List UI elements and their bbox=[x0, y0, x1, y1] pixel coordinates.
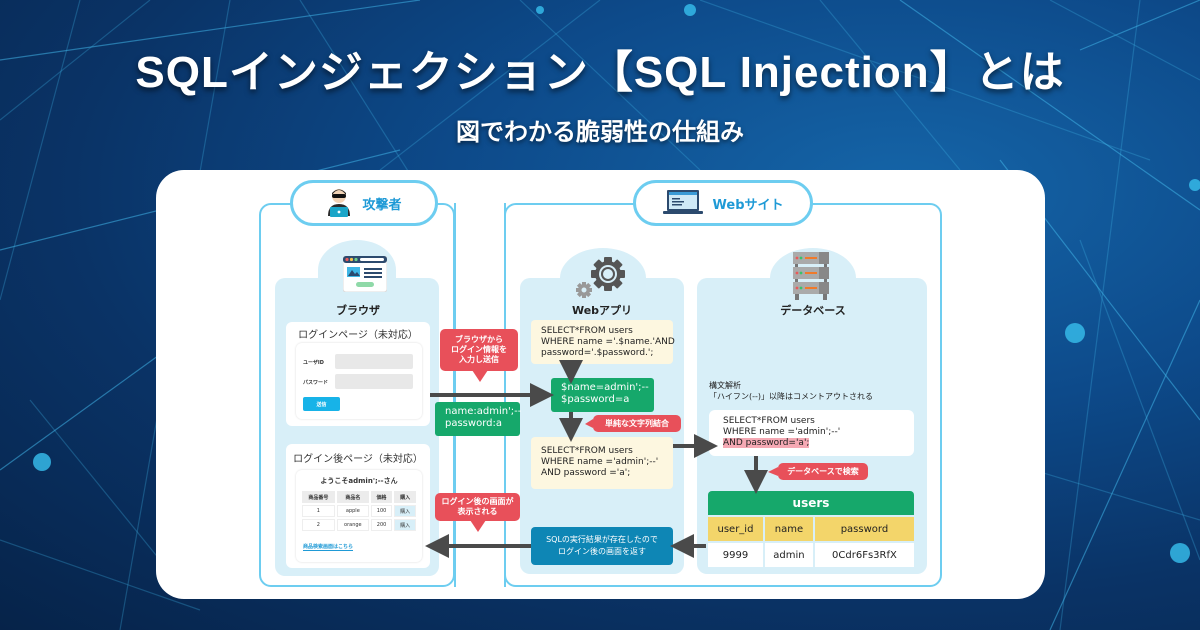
variable-password: $password=a bbox=[561, 394, 630, 405]
browser-label: ブラウザ bbox=[336, 304, 380, 317]
variable-name: $name=admin';-- bbox=[561, 382, 649, 393]
cell: admin bbox=[764, 543, 813, 567]
parse-note: 構文解析 「ハイフン(--)」以降はコメントアウトされる bbox=[709, 380, 873, 402]
result-line: SQLの実行結果が存在したので bbox=[546, 535, 658, 544]
search-note: データベースで検索 bbox=[778, 463, 868, 480]
buy-button[interactable]: 購入 bbox=[394, 519, 416, 531]
webapp-label: Webアプリ bbox=[571, 304, 633, 317]
column-header: 価格 bbox=[370, 491, 393, 503]
table-name: users bbox=[708, 491, 914, 515]
result-note: SQLの実行結果が存在したので ログイン後の画面を返す bbox=[531, 527, 673, 565]
input-values-box: name:admin';-- password:a bbox=[435, 402, 522, 436]
laptop-icon bbox=[662, 190, 703, 214]
user-id-input[interactable] bbox=[335, 354, 413, 369]
query-template: SELECT*FROM users WHERE name ='.$name.'A… bbox=[531, 320, 675, 364]
code-line: SELECT*FROM users bbox=[541, 446, 633, 456]
network-line bbox=[1079, 239, 1200, 561]
website-label: Webサイト bbox=[712, 197, 784, 213]
column-header: user_id bbox=[708, 517, 763, 541]
code-line: AND password ='a'; bbox=[541, 468, 631, 478]
parsed-query: SELECT*FROM users WHERE name ='admin';--… bbox=[709, 410, 914, 456]
column-header: 購入 bbox=[394, 491, 416, 503]
network-line bbox=[29, 399, 161, 561]
lane-line-left bbox=[454, 203, 456, 587]
welcome-text: ようこそadmin';--さん bbox=[320, 477, 398, 485]
commented-out-code: AND password='a'; bbox=[723, 438, 810, 448]
note-line: 表示される bbox=[457, 507, 498, 516]
note-line: 入力し送信 bbox=[459, 355, 499, 364]
cell: 0Cdr6Fs3RfX bbox=[814, 543, 914, 567]
table-row: 1 apple 100 購入 bbox=[302, 505, 416, 517]
cell: 200 bbox=[370, 519, 393, 531]
input-name-value: name:admin';-- bbox=[445, 406, 522, 417]
network-node bbox=[33, 453, 51, 471]
attacker-label: 攻撃者 bbox=[362, 197, 402, 213]
password-input[interactable] bbox=[335, 374, 413, 389]
parse-title: 構文解析 bbox=[709, 381, 741, 390]
network-node bbox=[1065, 323, 1085, 343]
code-line: password='.$password.'; bbox=[541, 348, 654, 358]
products-table: 商品番号 商品名 価格 購入 1 apple 100 購入 2 orange 2… bbox=[300, 489, 418, 533]
cell: orange bbox=[336, 519, 369, 531]
table-row: 9999 admin 0Cdr6Fs3RfX bbox=[708, 543, 914, 567]
cell: 1 bbox=[302, 505, 335, 517]
note-line: ブラウザから bbox=[455, 335, 503, 344]
table-row: 2 orange 200 購入 bbox=[302, 519, 416, 531]
cell: 2 bbox=[302, 519, 335, 531]
database-label: データベース bbox=[780, 304, 846, 317]
hacker-icon bbox=[328, 189, 351, 217]
password-label: パスワード bbox=[303, 380, 329, 386]
column-header: password bbox=[814, 517, 914, 541]
users-table: users user_id name password 9999 admin 0… bbox=[706, 489, 916, 569]
code-line: WHERE name ='admin';--' bbox=[723, 427, 841, 437]
gears-icon bbox=[576, 257, 625, 298]
user-id-label: ユーザID bbox=[303, 360, 324, 366]
concat-note: 単純な文字列結合 bbox=[593, 415, 681, 432]
login-page-heading: ログインページ（未対応） bbox=[298, 330, 418, 341]
buy-button[interactable]: 購入 bbox=[394, 505, 416, 517]
column-header: name bbox=[764, 517, 813, 541]
cell: apple bbox=[336, 505, 369, 517]
server-rack-icon bbox=[793, 252, 829, 300]
website-pill: Webサイト bbox=[633, 180, 813, 226]
code-line: SELECT*FROM users bbox=[723, 416, 815, 426]
page-title: SQLインジェクション【SQL Injection】とは bbox=[135, 48, 1065, 97]
network-node bbox=[536, 6, 544, 14]
after-login-heading: ログイン後ページ（未対応） bbox=[293, 454, 423, 465]
network-node bbox=[684, 4, 696, 16]
cell: 100 bbox=[370, 505, 393, 517]
input-password-value: password:a bbox=[445, 418, 502, 429]
network-node bbox=[1170, 543, 1190, 563]
network-node bbox=[1189, 179, 1200, 191]
page-subtitle: 図でわかる脆弱性の仕組み bbox=[456, 118, 744, 146]
submit-button[interactable]: 送信 bbox=[303, 397, 340, 411]
cell: 9999 bbox=[708, 543, 763, 567]
browser-window-icon bbox=[343, 256, 387, 292]
attacker-pill: 攻撃者 bbox=[290, 180, 438, 226]
code-line: SELECT*FROM users bbox=[541, 326, 633, 336]
code-line: WHERE name ='admin';--' bbox=[541, 457, 659, 467]
network-line bbox=[1049, 299, 1200, 630]
network-line bbox=[0, 339, 181, 471]
result-line: ログイン後の画面を返す bbox=[558, 547, 646, 556]
note-line: ログイン後の画面が bbox=[441, 497, 514, 506]
column-header: 商品番号 bbox=[302, 491, 335, 503]
parse-description: 「ハイフン(--)」以降はコメントアウトされる bbox=[709, 392, 874, 401]
note-line: ログイン情報を bbox=[451, 345, 507, 354]
display-note: ログイン後の画面が 表示される bbox=[435, 493, 520, 521]
code-line: WHERE name ='.$name.'AND bbox=[541, 337, 675, 347]
search-link[interactable]: 商品検索画面はこちら bbox=[303, 543, 354, 551]
send-note: ブラウザから ログイン情報を 入力し送信 bbox=[440, 329, 518, 371]
column-header: 商品名 bbox=[336, 491, 369, 503]
variables-box: $name=admin';-- $password=a bbox=[551, 378, 654, 412]
built-query: SELECT*FROM users WHERE name ='admin';--… bbox=[531, 437, 673, 489]
